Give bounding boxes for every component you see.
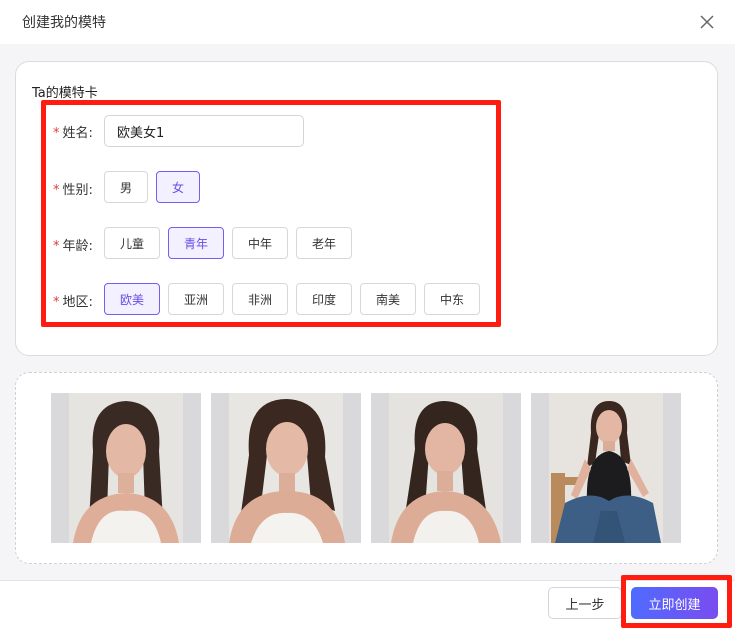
dialog-header: 创建我的模特 [0,0,735,44]
highlight-frame-form [41,100,501,327]
model-photo-3[interactable] [371,393,521,543]
create-model-dialog: 创建我的模特 Ta的模特卡 *姓名: *性别: 男 女 *年龄: 儿童 青年 中… [0,0,735,629]
model-photo-4[interactable] [531,393,681,543]
close-icon[interactable] [699,14,715,30]
model-photo-1[interactable] [51,393,201,543]
dialog-title: 创建我的模特 [22,15,106,31]
model-card-title: Ta的模特卡 [32,86,98,101]
highlight-frame-create [621,575,732,628]
previous-step-button[interactable]: 上一步 [548,587,622,619]
model-photo-2[interactable] [211,393,361,543]
